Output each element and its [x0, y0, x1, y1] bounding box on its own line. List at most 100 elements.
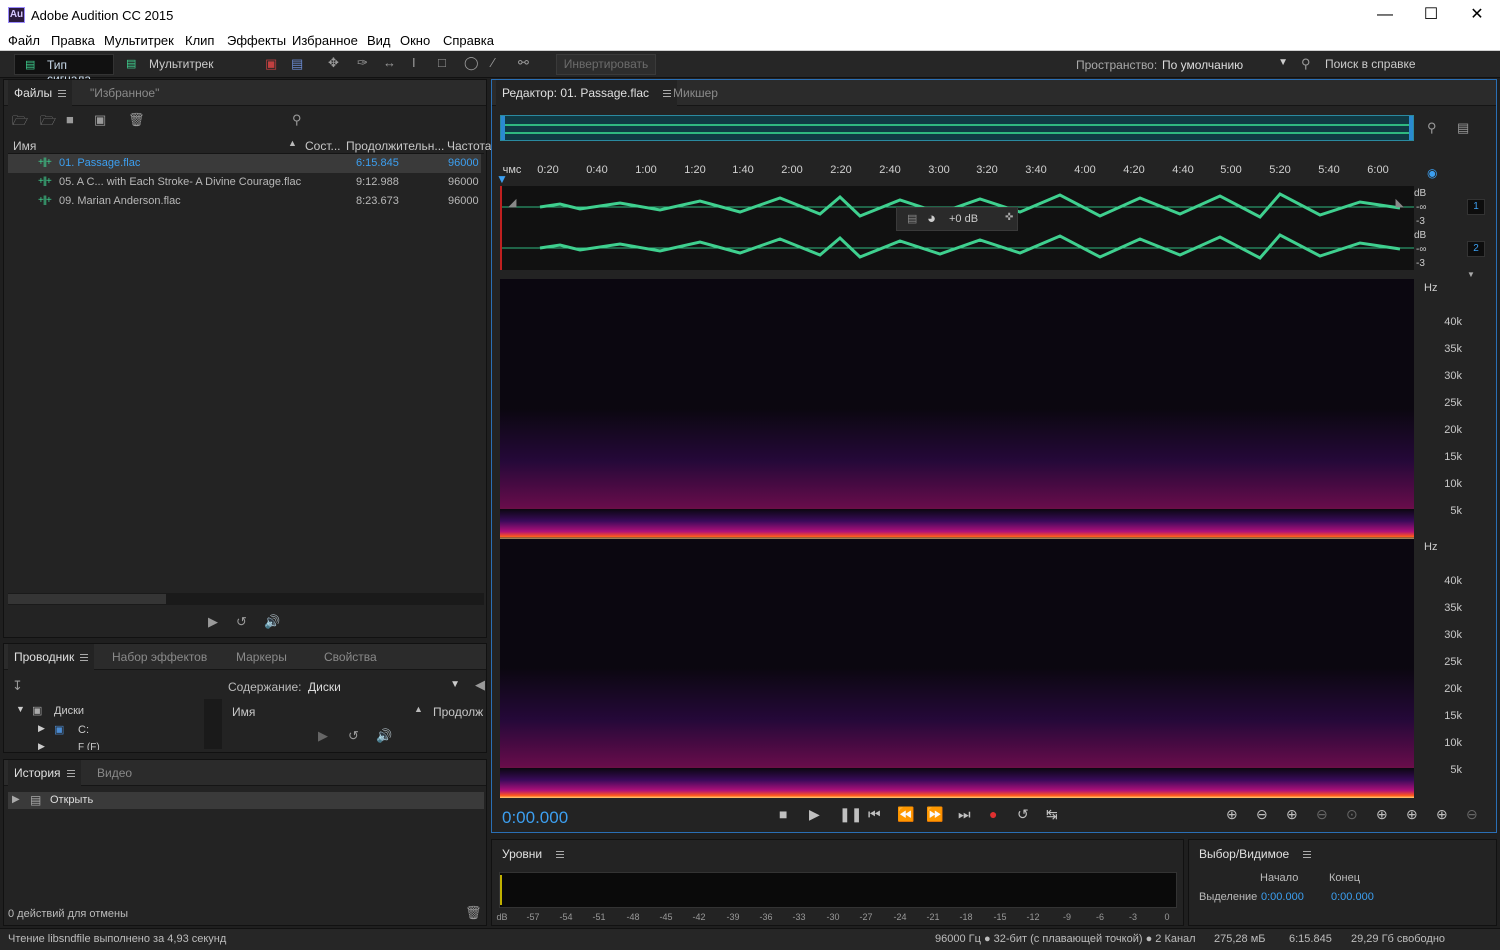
tab-favorites[interactable]: "Избранное" [84, 80, 165, 106]
move-tool-icon[interactable]: ✥ [328, 55, 339, 71]
slip-tool-icon[interactable]: ↔ [383, 55, 396, 70]
menu-effects[interactable]: Эффекты [227, 33, 286, 48]
fade-out-handle-icon[interactable]: ◣ [1396, 196, 1404, 209]
maximize-icon[interactable]: ☐ [1408, 0, 1454, 31]
zoom-out-amplitude-icon[interactable]: ⊖ [1256, 806, 1268, 823]
loop-icon[interactable]: ↺ [1017, 806, 1029, 823]
tab-editor[interactable]: Редактор: 01. Passage.flac [496, 80, 678, 106]
column-name[interactable]: Имя [232, 705, 255, 719]
workspace-select[interactable]: По умолчанию ▼ [1156, 54, 1296, 75]
zoom-right-edge-icon[interactable]: ⊕ [1436, 806, 1448, 823]
menu-clip[interactable]: Клип [185, 33, 214, 48]
tree-scrollbar[interactable] [204, 699, 222, 749]
tab-history[interactable]: История [8, 760, 81, 786]
skip-start-icon[interactable]: ⏮ [868, 806, 881, 823]
channel-2-toggle[interactable]: 2 [1467, 241, 1485, 257]
headphones-icon[interactable]: ◉ [1427, 166, 1437, 180]
menu-window[interactable]: Окно [400, 33, 430, 48]
delete-file-icon[interactable]: 🗑 [128, 112, 145, 128]
view-options-icon[interactable]: ▤ [1457, 120, 1469, 136]
pitch-display-icon[interactable]: ▤ [291, 56, 303, 72]
import-file-icon[interactable]: 🗁 [40, 112, 56, 134]
time-selection-tool-icon[interactable]: I [412, 55, 416, 70]
column-duration[interactable]: Продолж [433, 705, 483, 719]
tab-effects-rack[interactable]: Набор эффектов [106, 644, 213, 670]
play-icon[interactable]: ▶ [208, 614, 218, 630]
channel-1-toggle[interactable]: 1 [1467, 199, 1485, 215]
zoom-left-edge-icon[interactable]: ⊕ [1406, 806, 1418, 823]
pin-icon[interactable]: ✜ [1005, 212, 1013, 223]
trash-icon[interactable]: 🗑 [465, 905, 482, 921]
brush-tool-icon[interactable]: ∕ [492, 55, 494, 70]
file-row[interactable]: +||+ 01. Passage.flac 6:15.845 96000 [8, 154, 481, 173]
spectral-display-icon[interactable]: ▣ [265, 56, 277, 72]
files-scrollbar[interactable] [8, 593, 484, 605]
hud-gain-control[interactable]: ▤ ◕ +0 dB ✜ [896, 207, 1018, 231]
expand-icon[interactable]: ▶ [38, 723, 45, 734]
tab-video[interactable]: Видео [91, 760, 138, 786]
column-duration[interactable]: Продолжительн... [346, 139, 444, 153]
loop-icon[interactable]: ↺ [348, 728, 359, 744]
open-file-icon[interactable]: 🗁 [12, 112, 28, 134]
content-select[interactable]: Диски ▼ [304, 675, 464, 696]
column-status[interactable]: Сост... [305, 139, 341, 153]
zoom-out-time-icon[interactable]: ⊖ [1316, 806, 1328, 823]
skip-end-icon[interactable]: ⏭ [958, 806, 971, 823]
selection-end-field[interactable]: 0:00.000 [1331, 891, 1374, 903]
time-ruler[interactable]: чмс 0:20 0:40 1:00 1:20 1:40 2:00 2:20 2:40 3:00 3… [500, 164, 1414, 182]
history-item[interactable]: ▶ ▤ Открыть [8, 792, 484, 809]
overview-navigator[interactable] [500, 115, 1414, 141]
tab-properties[interactable]: Свойства [318, 644, 383, 670]
zoom-out-full-icon[interactable]: ⊖ [1466, 806, 1478, 823]
spectral-display[interactable] [500, 279, 1414, 798]
rewind-icon[interactable]: ⏪ [897, 806, 914, 823]
play-icon[interactable]: ▶ [809, 806, 820, 823]
file-row[interactable]: +||+ 05. A C... with Each Stroke- A Divi… [8, 173, 481, 192]
tab-mixer[interactable]: Микшер [667, 80, 724, 106]
files-search-icon[interactable]: ⚲ [292, 112, 302, 128]
autoplay-icon[interactable]: 🔊 [264, 614, 280, 630]
pause-icon[interactable]: ❚❚ [839, 806, 862, 823]
tree-drive-c[interactable]: C: [78, 724, 89, 736]
tree-drive-f[interactable]: F (F) [78, 742, 100, 750]
zoom-in-time-icon[interactable]: ⊕ [1286, 806, 1298, 823]
loop-icon[interactable]: ↺ [236, 614, 247, 630]
invert-button[interactable]: Инвертировать [556, 54, 656, 75]
tab-files[interactable]: Файлы [8, 80, 73, 106]
column-rate[interactable]: Частота [447, 139, 491, 153]
zoom-playhead-icon[interactable]: ⚲ [1427, 120, 1437, 136]
selection-start-field[interactable]: 0:00.000 [1261, 891, 1304, 903]
tab-explorer[interactable]: Проводник [8, 644, 95, 670]
expand-icon[interactable]: ▼ [16, 704, 25, 714]
zoom-full-icon[interactable]: ⊙ [1346, 806, 1358, 823]
playhead-icon[interactable]: ▼ [496, 172, 508, 186]
minimize-icon[interactable]: — [1362, 0, 1408, 31]
chevron-down-icon[interactable]: ▼ [1467, 270, 1475, 279]
skip-selection-icon[interactable]: ↹ [1046, 806, 1058, 823]
spot-healing-icon[interactable]: ⚯ [518, 55, 529, 71]
close-icon[interactable]: ✕ [1454, 0, 1500, 31]
column-name[interactable]: Имя [13, 139, 36, 153]
tree-disks[interactable]: Диски [54, 705, 84, 717]
insert-file-icon[interactable]: ▣ [94, 112, 106, 128]
multitrack-view-button[interactable]: ▤ Мультитрек [124, 54, 224, 75]
stop-icon[interactable]: ■ [779, 806, 787, 822]
import-icon[interactable]: ↧ [12, 678, 23, 694]
menu-edit[interactable]: Правка [51, 33, 95, 48]
menu-help[interactable]: Справка [443, 33, 494, 48]
time-display[interactable]: 0:00.000 [502, 808, 568, 828]
marquee-tool-icon[interactable]: □ [438, 55, 446, 70]
gain-knob-icon[interactable]: ◕ [927, 210, 936, 227]
menu-favorites[interactable]: Избранное [292, 33, 358, 48]
back-arrow-icon[interactable]: ◀ [475, 677, 485, 693]
expand-icon[interactable]: ▶ [38, 741, 45, 752]
razor-tool-icon[interactable]: ✑ [357, 55, 368, 71]
help-search-input[interactable]: Поиск в справке [1325, 57, 1416, 71]
new-file-icon[interactable]: ■ [66, 112, 74, 127]
record-icon[interactable]: ● [989, 806, 997, 822]
autoplay-icon[interactable]: 🔊 [376, 728, 392, 744]
menu-file[interactable]: Файл [8, 33, 40, 48]
fast-forward-icon[interactable]: ⏩ [926, 806, 943, 823]
zoom-in-selection-icon[interactable]: ⊕ [1376, 806, 1388, 823]
lasso-tool-icon[interactable]: ◯ [464, 55, 479, 71]
